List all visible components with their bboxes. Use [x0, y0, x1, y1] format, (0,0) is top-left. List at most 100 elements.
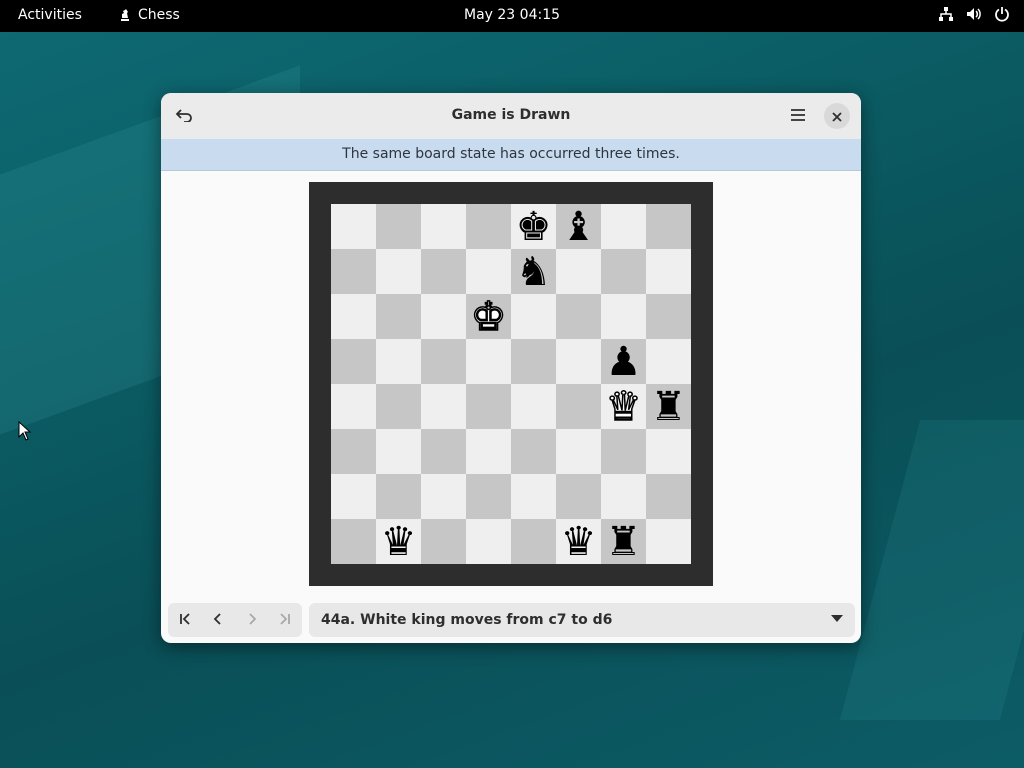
board-square[interactable] — [466, 204, 511, 249]
board-square[interactable] — [511, 339, 556, 384]
top-bar: Activities Chess May 23 04:15 — [0, 0, 1024, 32]
board-square[interactable] — [376, 204, 421, 249]
chevron-down-icon — [831, 615, 843, 622]
board-square[interactable] — [556, 474, 601, 519]
board-square[interactable] — [511, 384, 556, 429]
board-square[interactable] — [331, 519, 376, 564]
first-move-button[interactable] — [168, 603, 202, 637]
board-square[interactable] — [466, 384, 511, 429]
board-square[interactable] — [421, 474, 466, 519]
board-square[interactable] — [601, 294, 646, 339]
black-king-icon[interactable]: ♚ — [516, 207, 552, 247]
black-rook-icon[interactable]: ♜ — [606, 522, 642, 562]
board-square[interactable] — [556, 384, 601, 429]
board-square[interactable]: ♝ — [556, 204, 601, 249]
board-square[interactable] — [511, 519, 556, 564]
board-square[interactable] — [646, 339, 691, 384]
board-square[interactable] — [466, 429, 511, 474]
clock[interactable]: May 23 04:15 — [464, 7, 560, 23]
board-square[interactable] — [601, 429, 646, 474]
selected-move: 44a. White king moves from c7 to d6 — [321, 612, 613, 628]
board-square[interactable] — [646, 474, 691, 519]
next-move-button[interactable] — [235, 603, 269, 637]
board-square[interactable]: ♚ — [466, 294, 511, 339]
board-square[interactable] — [646, 204, 691, 249]
power-icon[interactable] — [994, 6, 1010, 22]
board-square[interactable] — [466, 519, 511, 564]
board-square[interactable]: ♜ — [646, 384, 691, 429]
board-square[interactable] — [511, 294, 556, 339]
board-square[interactable]: ♛ — [376, 519, 421, 564]
board-square[interactable] — [421, 294, 466, 339]
move-history-dropdown[interactable]: 44a. White king moves from c7 to d6 — [309, 603, 855, 637]
board-square[interactable] — [331, 204, 376, 249]
board-square[interactable] — [421, 429, 466, 474]
board-square[interactable] — [421, 384, 466, 429]
black-bishop-icon[interactable]: ♝ — [561, 207, 597, 247]
black-knight-icon[interactable]: ♞ — [516, 252, 552, 292]
board-square[interactable] — [421, 249, 466, 294]
board-square[interactable] — [646, 294, 691, 339]
board-square[interactable] — [601, 474, 646, 519]
board-square[interactable] — [421, 204, 466, 249]
board-square[interactable]: ♚ — [511, 204, 556, 249]
board-square[interactable]: ♜ — [601, 519, 646, 564]
system-tray[interactable] — [938, 6, 1010, 22]
black-queen-icon[interactable]: ♛ — [561, 522, 597, 562]
board-square[interactable] — [511, 429, 556, 474]
board-square[interactable] — [421, 519, 466, 564]
board-square[interactable]: ♛ — [601, 384, 646, 429]
previous-move-button[interactable] — [202, 603, 236, 637]
black-pawn-icon[interactable]: ♟ — [606, 342, 642, 382]
board-square[interactable] — [376, 429, 421, 474]
board-square[interactable] — [556, 339, 601, 384]
black-rook-icon[interactable]: ♜ — [651, 387, 687, 427]
board-square[interactable]: ♛ — [556, 519, 601, 564]
board-square[interactable] — [466, 339, 511, 384]
board-square[interactable] — [331, 339, 376, 384]
header-bar: Game is Drawn — [161, 93, 861, 140]
board-square[interactable] — [331, 384, 376, 429]
mouse-pointer-icon — [18, 420, 32, 445]
app-menu[interactable]: Chess — [118, 7, 180, 23]
board-square[interactable] — [376, 474, 421, 519]
chess-board[interactable]: ♚ ♝ ♞ ♚ ♟ ♛ ♜ ♛ ♛ ♜ — [331, 204, 691, 564]
chess-window: Game is Drawn The same board state has o… — [161, 93, 861, 643]
board-square[interactable] — [421, 339, 466, 384]
board-square[interactable] — [466, 249, 511, 294]
board-square[interactable] — [646, 249, 691, 294]
board-square[interactable] — [556, 249, 601, 294]
go-first-icon — [178, 611, 192, 630]
volume-icon[interactable] — [966, 6, 982, 22]
main-menu-button[interactable] — [783, 101, 813, 131]
board-square[interactable] — [601, 204, 646, 249]
close-button[interactable] — [824, 103, 850, 129]
white-king-icon[interactable]: ♚ — [470, 296, 507, 338]
white-queen-icon[interactable]: ♛ — [605, 386, 642, 428]
board-square[interactable] — [466, 474, 511, 519]
network-icon[interactable] — [938, 6, 954, 22]
board-square[interactable] — [331, 429, 376, 474]
last-move-button[interactable] — [269, 603, 303, 637]
activities-button[interactable]: Activities — [18, 7, 82, 23]
board-square[interactable] — [331, 249, 376, 294]
board-square[interactable] — [376, 294, 421, 339]
board-square[interactable]: ♟ — [601, 339, 646, 384]
black-queen-icon[interactable]: ♛ — [381, 522, 417, 562]
info-bar: The same board state has occurred three … — [161, 139, 861, 171]
board-square[interactable] — [331, 294, 376, 339]
go-previous-icon — [211, 611, 225, 630]
board-square[interactable] — [331, 474, 376, 519]
board-square[interactable] — [601, 249, 646, 294]
board-square[interactable] — [646, 429, 691, 474]
board-square[interactable] — [376, 384, 421, 429]
board-square[interactable] — [646, 519, 691, 564]
board-square[interactable] — [556, 429, 601, 474]
board-square[interactable]: ♞ — [511, 249, 556, 294]
close-icon — [832, 107, 842, 126]
board-square[interactable] — [376, 339, 421, 384]
board-square[interactable] — [511, 474, 556, 519]
board-square[interactable] — [556, 294, 601, 339]
hamburger-icon — [790, 107, 806, 126]
board-square[interactable] — [376, 249, 421, 294]
